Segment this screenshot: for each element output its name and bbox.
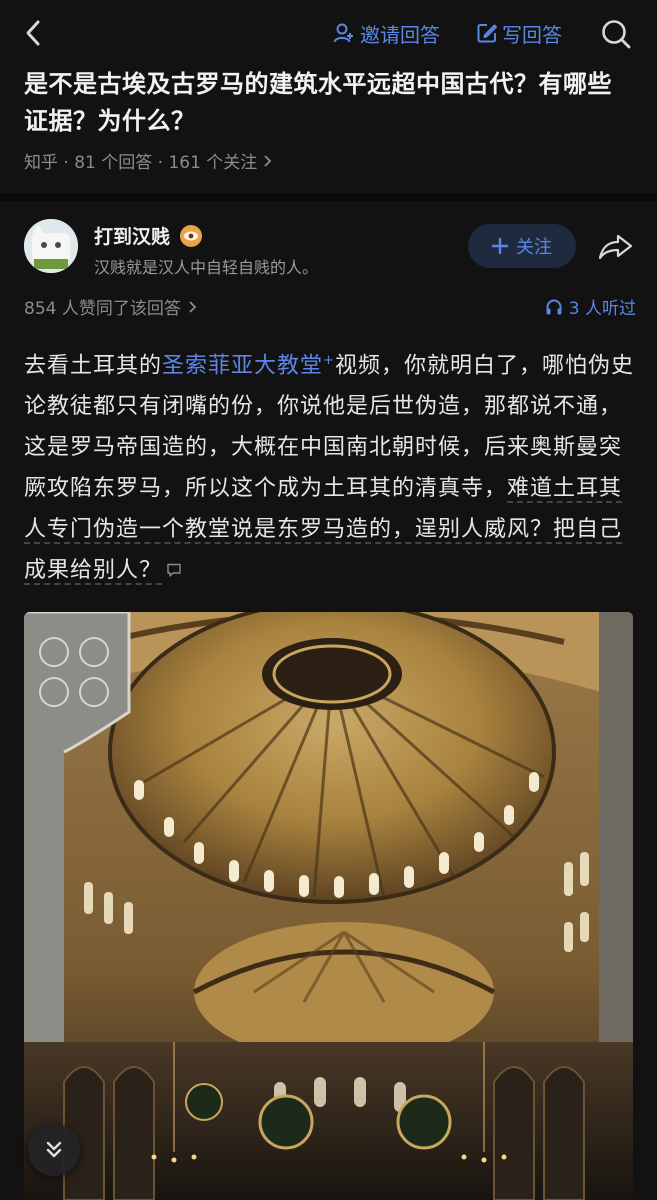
author-row: 打到汉贱 汉贱就是汉人中自轻自贱的人。 关注 xyxy=(0,212,657,282)
write-answer-button[interactable]: 写回答 xyxy=(476,18,562,48)
invite-answer-label: 邀请回答 xyxy=(360,22,440,47)
search-button[interactable] xyxy=(598,16,634,52)
chevron-left-icon xyxy=(26,20,40,46)
stats-row: 854 人赞同了该回答 3 人听过 xyxy=(24,294,636,320)
upvote-count[interactable]: 854 人赞同了该回答 xyxy=(24,294,197,319)
avatar[interactable] xyxy=(24,219,78,273)
share-arrow-icon xyxy=(598,234,633,260)
back-button[interactable] xyxy=(18,16,48,50)
double-chevron-down-icon xyxy=(46,1141,62,1158)
collapse-button[interactable] xyxy=(28,1124,80,1176)
share-button[interactable] xyxy=(596,230,636,264)
church-interior-image xyxy=(24,612,633,1200)
answer-content: 去看土耳其的圣索菲亚大教堂+视频，你就明白了，哪怕伪史论教徒都只有闭嘴的份，你说… xyxy=(24,340,636,592)
author-name[interactable]: 打到汉贱 xyxy=(94,222,203,249)
chevron-right-icon xyxy=(189,300,197,313)
question-meta[interactable]: 知乎 · 81 个回答 · 161 个关注 xyxy=(24,148,273,173)
top-bar: 邀请回答 写回答 xyxy=(0,0,657,66)
listened-count-text: 3 人听过 xyxy=(568,299,636,319)
person-plus-icon xyxy=(333,23,353,43)
write-answer-label: 写回答 xyxy=(502,22,562,47)
answer-prefix: 去看土耳其的 xyxy=(24,353,163,379)
chevron-right-icon xyxy=(264,154,272,167)
section-divider xyxy=(0,193,657,201)
link-superscript: + xyxy=(323,353,335,368)
pencil-square-icon xyxy=(477,24,497,43)
question-title[interactable]: 是不是古埃及古罗马的建筑水平远超中国古代？有哪些证据？为什么？ xyxy=(24,66,636,140)
hagia-sophia-photo[interactable] xyxy=(24,612,633,1200)
author-bio: 汉贱就是汉人中自轻自贱的人。 xyxy=(94,258,319,277)
upvote-count-text: 854 人赞同了该回答 xyxy=(24,299,181,319)
follow-label: 关注 xyxy=(516,237,552,258)
question-meta-text: 知乎 · 81 个回答 · 161 个关注 xyxy=(24,153,258,173)
author-name-text: 打到汉贱 xyxy=(94,226,171,248)
plus-icon xyxy=(492,238,508,254)
hagia-sophia-link[interactable]: 圣索菲亚大教堂 xyxy=(162,353,323,378)
avatar-image xyxy=(24,219,78,273)
search-icon xyxy=(602,20,631,49)
follow-button[interactable]: 关注 xyxy=(468,224,576,268)
headphones-icon xyxy=(546,299,562,314)
invite-answer-button[interactable]: 邀请回答 xyxy=(332,18,440,48)
comment-bubble-icon[interactable] xyxy=(166,551,182,592)
eye-badge-icon xyxy=(180,224,203,247)
listened-count[interactable]: 3 人听过 xyxy=(545,294,636,319)
